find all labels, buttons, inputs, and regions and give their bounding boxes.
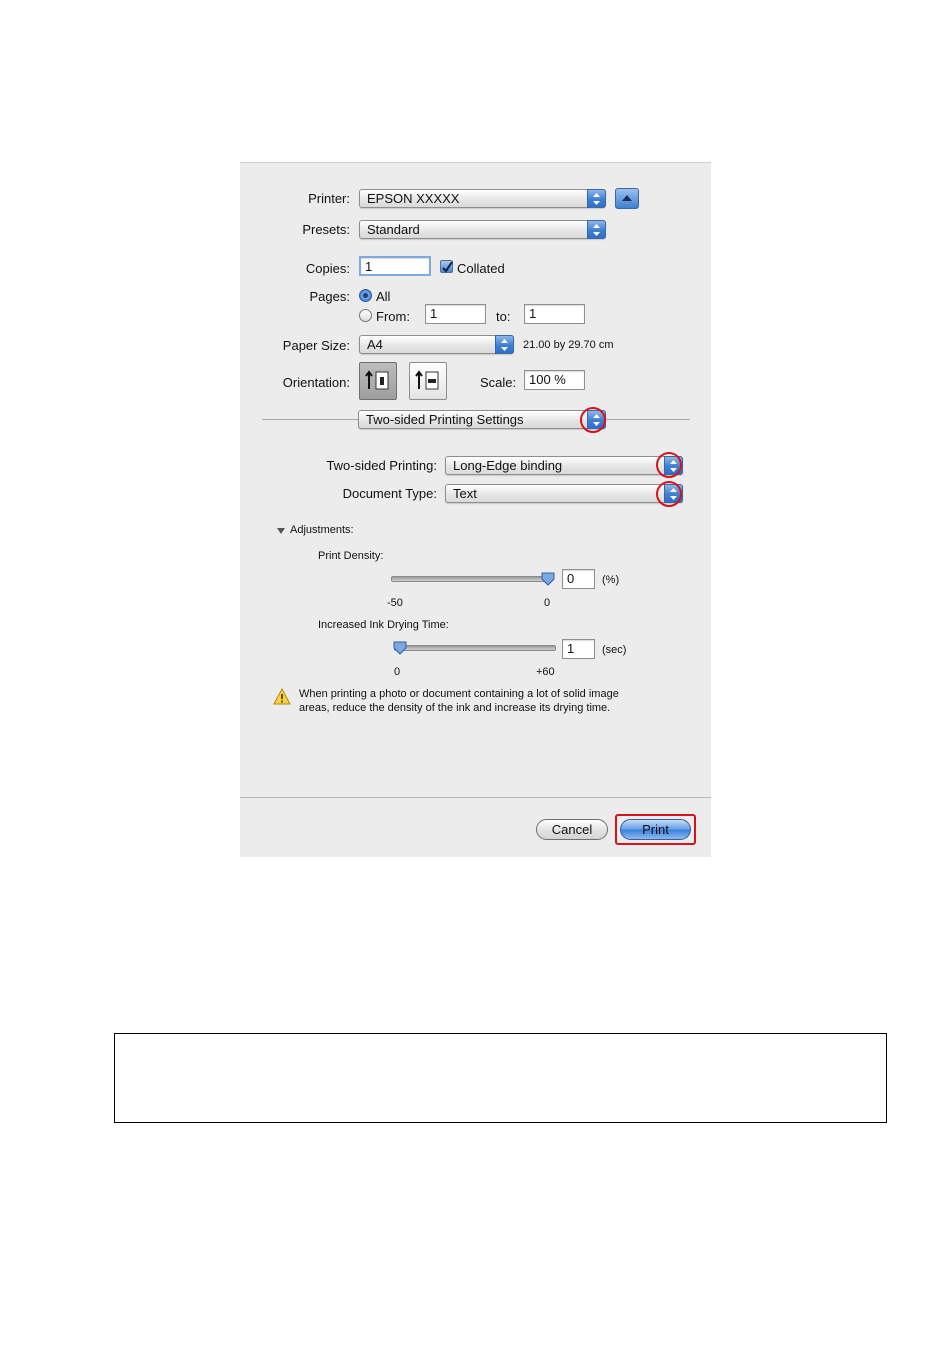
expand-dialog-button[interactable]: [615, 188, 639, 209]
orientation-portrait-button[interactable]: [359, 362, 397, 400]
pages-label: Pages:: [309, 289, 350, 304]
printer-popup[interactable]: EPSON XXXXX: [359, 189, 606, 208]
pages-from-label: From:: [376, 309, 410, 324]
two-sided-label: Two-sided Printing:: [326, 458, 437, 473]
checkmark-icon: [442, 261, 453, 273]
panel-menu-highlight: [580, 407, 606, 433]
warning-text-line1: When printing a photo or document contai…: [299, 688, 619, 700]
two-sided-value: Long-Edge binding: [453, 458, 563, 473]
drying-time-track[interactable]: [394, 645, 556, 651]
scale-input[interactable]: 100 %: [524, 370, 585, 390]
button-bar-separator: [240, 797, 711, 798]
presets-popup[interactable]: Standard: [359, 220, 606, 239]
orientation-label: Orientation:: [282, 375, 350, 390]
disclosure-triangle-icon[interactable]: [276, 526, 286, 536]
note-box: [114, 1033, 887, 1123]
print-density-max: 0: [544, 597, 551, 609]
warning-icon: [273, 688, 291, 705]
printer-value: EPSON XXXXX: [367, 191, 460, 206]
drying-time-input[interactable]: 1: [562, 639, 595, 659]
drying-time-label: Increased Ink Drying Time:: [318, 619, 449, 631]
paper-dimensions: 21.00 by 29.70 cm: [523, 339, 614, 351]
two-sided-popup[interactable]: Long-Edge binding: [445, 456, 683, 475]
pages-all-radio[interactable]: [359, 289, 372, 302]
collated-checkbox[interactable]: [440, 260, 453, 273]
landscape-icon: [415, 370, 439, 390]
panel-menu-popup[interactable]: Two-sided Printing Settings: [358, 410, 606, 429]
cancel-button[interactable]: Cancel: [536, 819, 608, 840]
print-density-unit: (%): [602, 574, 620, 586]
drying-time-unit: (sec): [602, 644, 627, 656]
portrait-icon: [365, 370, 389, 390]
print-density-input[interactable]: 0: [562, 569, 595, 589]
paper-size-label: Paper Size:: [282, 338, 350, 353]
presets-label: Presets:: [302, 222, 350, 237]
drying-time-thumb[interactable]: [393, 641, 407, 655]
copies-input[interactable]: 1: [359, 256, 431, 276]
pages-from-input[interactable]: 1: [425, 304, 486, 324]
drying-time-min: 0: [394, 666, 401, 678]
document-type-popup[interactable]: Text: [445, 484, 683, 503]
drying-time-max: +60: [536, 666, 555, 678]
two-sided-highlight: [656, 452, 682, 478]
panel-separator-right: [606, 419, 690, 420]
document-type-highlight: [656, 481, 682, 507]
print-dialog: Printer: EPSON XXXXX Presets: Standard C…: [240, 162, 711, 857]
printer-label: Printer:: [308, 191, 350, 206]
pages-to-input[interactable]: 1: [524, 304, 585, 324]
pages-all-label: All: [376, 289, 391, 304]
paper-size-popup[interactable]: A4: [359, 335, 514, 354]
orientation-landscape-button[interactable]: [409, 362, 447, 400]
warning-text-line2: areas, reduce the density of the ink and…: [299, 702, 611, 714]
print-button-highlight: [615, 814, 696, 845]
print-density-track[interactable]: [391, 576, 553, 582]
popup-arrows-icon: [587, 220, 606, 239]
print-density-min: -50: [387, 597, 403, 609]
document-type-value: Text: [453, 486, 477, 501]
presets-value: Standard: [367, 222, 420, 237]
collated-label: Collated: [457, 261, 505, 276]
document-type-label: Document Type:: [342, 486, 437, 501]
adjustments-label: Adjustments:: [290, 524, 354, 536]
pages-from-radio[interactable]: [359, 309, 372, 322]
print-density-label: Print Density:: [318, 550, 384, 562]
disclosure-up-icon: [622, 195, 632, 201]
paper-size-value: A4: [367, 337, 383, 352]
panel-menu-value: Two-sided Printing Settings: [366, 412, 524, 427]
scale-label: Scale:: [480, 375, 517, 390]
popup-arrows-icon: [587, 189, 606, 208]
pages-to-label: to:: [496, 309, 511, 324]
panel-separator-left: [262, 419, 358, 420]
copies-label: Copies:: [305, 261, 350, 276]
popup-arrows-icon: [495, 335, 514, 354]
print-density-thumb[interactable]: [541, 572, 555, 586]
